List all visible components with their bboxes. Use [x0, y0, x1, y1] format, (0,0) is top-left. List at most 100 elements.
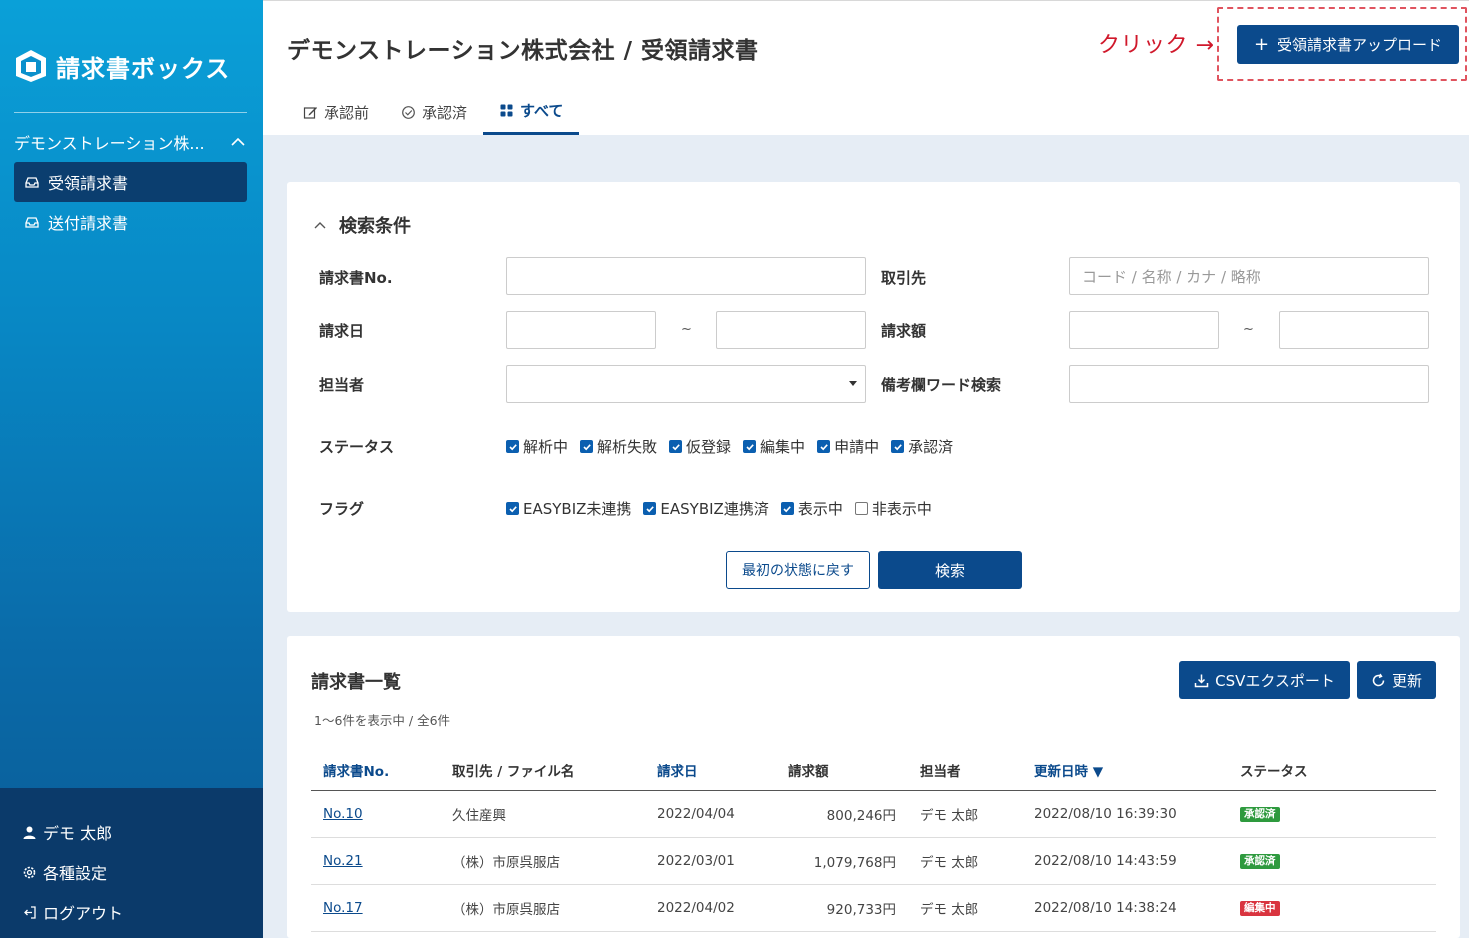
remarks-label: 備考欄ワード検索 — [881, 376, 1002, 394]
status-cell: 承認済 — [1240, 838, 1280, 884]
table-row[interactable]: No.17 （株）市原呉服店 2022/04/02 920,733円 デモ 太郎… — [311, 885, 1436, 932]
search-panel-toggle[interactable]: 検索条件 — [313, 212, 411, 238]
invoice-no-input[interactable] — [506, 257, 866, 295]
inbox-icon — [25, 217, 39, 228]
logo-text: 請求書ボックス — [56, 54, 231, 83]
table-header: 請求書No. 取引先 / ファイル名 請求日 請求額 担当者 更新日時 ▼ ステ… — [311, 748, 1436, 791]
amount-cell: 1,079,768円 — [813, 855, 896, 871]
plus-icon: + — [1253, 33, 1270, 55]
person-cell: デモ 太郎 — [920, 902, 979, 918]
person-select[interactable] — [506, 365, 866, 403]
status-checkbox-analyzing[interactable]: 解析中 — [506, 436, 568, 457]
user-name: デモ 太郎 — [43, 824, 113, 843]
tab-label: 承認前 — [324, 103, 370, 122]
table-row[interactable]: No.21 （株）市原呉服店 2022/03/01 1,079,768円 デモ … — [311, 838, 1436, 885]
amount-label: 請求額 — [881, 322, 927, 340]
company-selector[interactable]: デモンストレーション株... — [14, 128, 247, 156]
invoice-date-to-input[interactable] — [716, 311, 866, 349]
amount-to-input[interactable] — [1279, 311, 1429, 349]
search-panel: 検索条件 請求書No. 取引先 コード / 名称 / カナ / 略称 請求日 ~… — [287, 182, 1460, 612]
sidebar-item-sent-invoices[interactable]: 送付請求書 — [14, 202, 247, 242]
checkbox-label: 表示中 — [797, 500, 843, 518]
checkbox-checked-icon — [669, 440, 683, 453]
checkbox-label: 編集中 — [760, 438, 806, 456]
column-header-partner: 取引先 / ファイル名 — [452, 763, 575, 780]
checkbox-checked-icon — [506, 440, 519, 453]
tab-label: すべて — [520, 102, 564, 120]
flag-checkbox-visible[interactable]: 表示中 — [780, 498, 843, 519]
download-icon — [1194, 674, 1209, 687]
refresh-button[interactable]: 更新 — [1357, 661, 1436, 699]
sidebar-item-received-invoices[interactable]: 受領請求書 — [14, 162, 247, 202]
tab-all[interactable]: すべて — [483, 89, 580, 135]
amount-from-input[interactable] — [1069, 311, 1219, 349]
status-checkbox-analysis-failed[interactable]: 解析失敗 — [580, 436, 657, 457]
sidebar-footer: デモ 太郎 各種設定 ログアウト — [0, 788, 263, 938]
checkbox-label: 仮登録 — [686, 438, 732, 456]
search-button[interactable]: 検索 — [878, 551, 1022, 589]
invoice-no-link[interactable]: No.21 — [323, 838, 363, 884]
column-header-amount: 請求額 — [788, 763, 829, 780]
csv-export-button[interactable]: CSVエクスポート — [1179, 661, 1350, 699]
sidebar-divider — [14, 112, 247, 113]
status-checkbox-applying[interactable]: 申請中 — [817, 436, 879, 457]
flag-label: フラグ — [319, 500, 365, 518]
flag-checkbox-hidden[interactable]: 非表示中 — [854, 498, 932, 519]
column-header-invoice-date[interactable]: 請求日 — [657, 748, 698, 791]
gear-icon — [23, 866, 36, 878]
status-badge: 承認済 — [1240, 853, 1280, 869]
checkbox-checked-icon — [817, 440, 831, 453]
checkbox-label: 承認済 — [908, 438, 954, 456]
flag-checkbox-easybiz-linked[interactable]: EASYBIZ連携済 — [643, 498, 769, 519]
partner-placeholder: コード / 名称 / カナ / 略称 — [1082, 267, 1261, 286]
page-header: デモンストレーション株式会社 / 受領請求書 承認前 承認済 すべて クリック … — [263, 0, 1469, 135]
logout-icon — [24, 905, 36, 919]
column-header-invoice-no[interactable]: 請求書No. — [323, 748, 389, 791]
settings-link[interactable]: 各種設定 — [22, 858, 107, 886]
status-checkbox-provisional[interactable]: 仮登録 — [669, 436, 731, 457]
date-cell: 2022/04/02 — [657, 900, 735, 916]
sidebar-item-label: 受領請求書 — [48, 174, 129, 193]
reset-button[interactable]: 最初の状態に戻す — [726, 551, 870, 589]
refresh-icon — [1372, 673, 1385, 686]
caret-down-icon — [849, 381, 857, 386]
upload-invoice-button[interactable]: + 受領請求書アップロード — [1237, 25, 1459, 64]
status-badge: 承認済 — [1240, 806, 1280, 822]
person-cell: デモ 太郎 — [920, 808, 979, 824]
company-name: デモンストレーション株... — [14, 134, 205, 153]
csv-export-label: CSVエクスポート — [1215, 671, 1335, 690]
table-row[interactable]: No.10 久住産興 2022/04/04 800,246円 デモ 太郎 202… — [311, 791, 1436, 838]
partner-label: 取引先 — [881, 269, 927, 287]
person-label: 担当者 — [319, 376, 365, 394]
status-checkbox-approved[interactable]: 承認済 — [891, 436, 953, 457]
flag-checkbox-easybiz-unlinked[interactable]: EASYBIZ未連携 — [506, 498, 631, 519]
amount-cell: 800,246円 — [826, 808, 896, 824]
app-logo[interactable]: 請求書ボックス — [14, 46, 230, 86]
invoice-date-from-input[interactable] — [506, 311, 656, 349]
partner-input[interactable]: コード / 名称 / カナ / 略称 — [1069, 257, 1429, 295]
invoice-no-link[interactable]: No.10 — [323, 791, 363, 837]
result-count: 1〜6件を表示中 / 全6件 — [314, 713, 451, 728]
invoice-no-label: 請求書No. — [319, 269, 393, 287]
checkbox-label: 解析中 — [523, 438, 569, 456]
sidebar: 請求書ボックス デモンストレーション株... 受領請求書 送付請求書 デモ 太郎… — [0, 0, 263, 938]
tab-bar: 承認前 承認済 すべて — [287, 89, 580, 135]
check-circle-icon — [402, 105, 415, 119]
checkbox-label: 非表示中 — [871, 500, 932, 518]
edit-icon — [303, 106, 317, 119]
status-checkbox-editing[interactable]: 編集中 — [743, 436, 805, 457]
column-header-updated-at[interactable]: 更新日時 ▼ — [1034, 748, 1103, 791]
partner-cell: （株）市原呉服店 — [452, 902, 560, 918]
tab-before-approval[interactable]: 承認前 — [287, 89, 385, 135]
user-menu[interactable]: デモ 太郎 — [22, 818, 112, 846]
grid-icon — [500, 104, 513, 117]
logout-link[interactable]: ログアウト — [22, 898, 123, 926]
checkbox-label: 申請中 — [834, 438, 880, 456]
upload-label: 受領請求書アップロード — [1277, 36, 1443, 54]
checkbox-checked-icon — [891, 440, 905, 453]
invoice-list-title: 請求書一覧 — [311, 672, 401, 693]
remarks-input[interactable] — [1069, 365, 1429, 403]
inbox-icon — [25, 177, 39, 188]
invoice-no-link[interactable]: No.17 — [323, 885, 363, 931]
tab-approved[interactable]: 承認済 — [385, 89, 483, 135]
